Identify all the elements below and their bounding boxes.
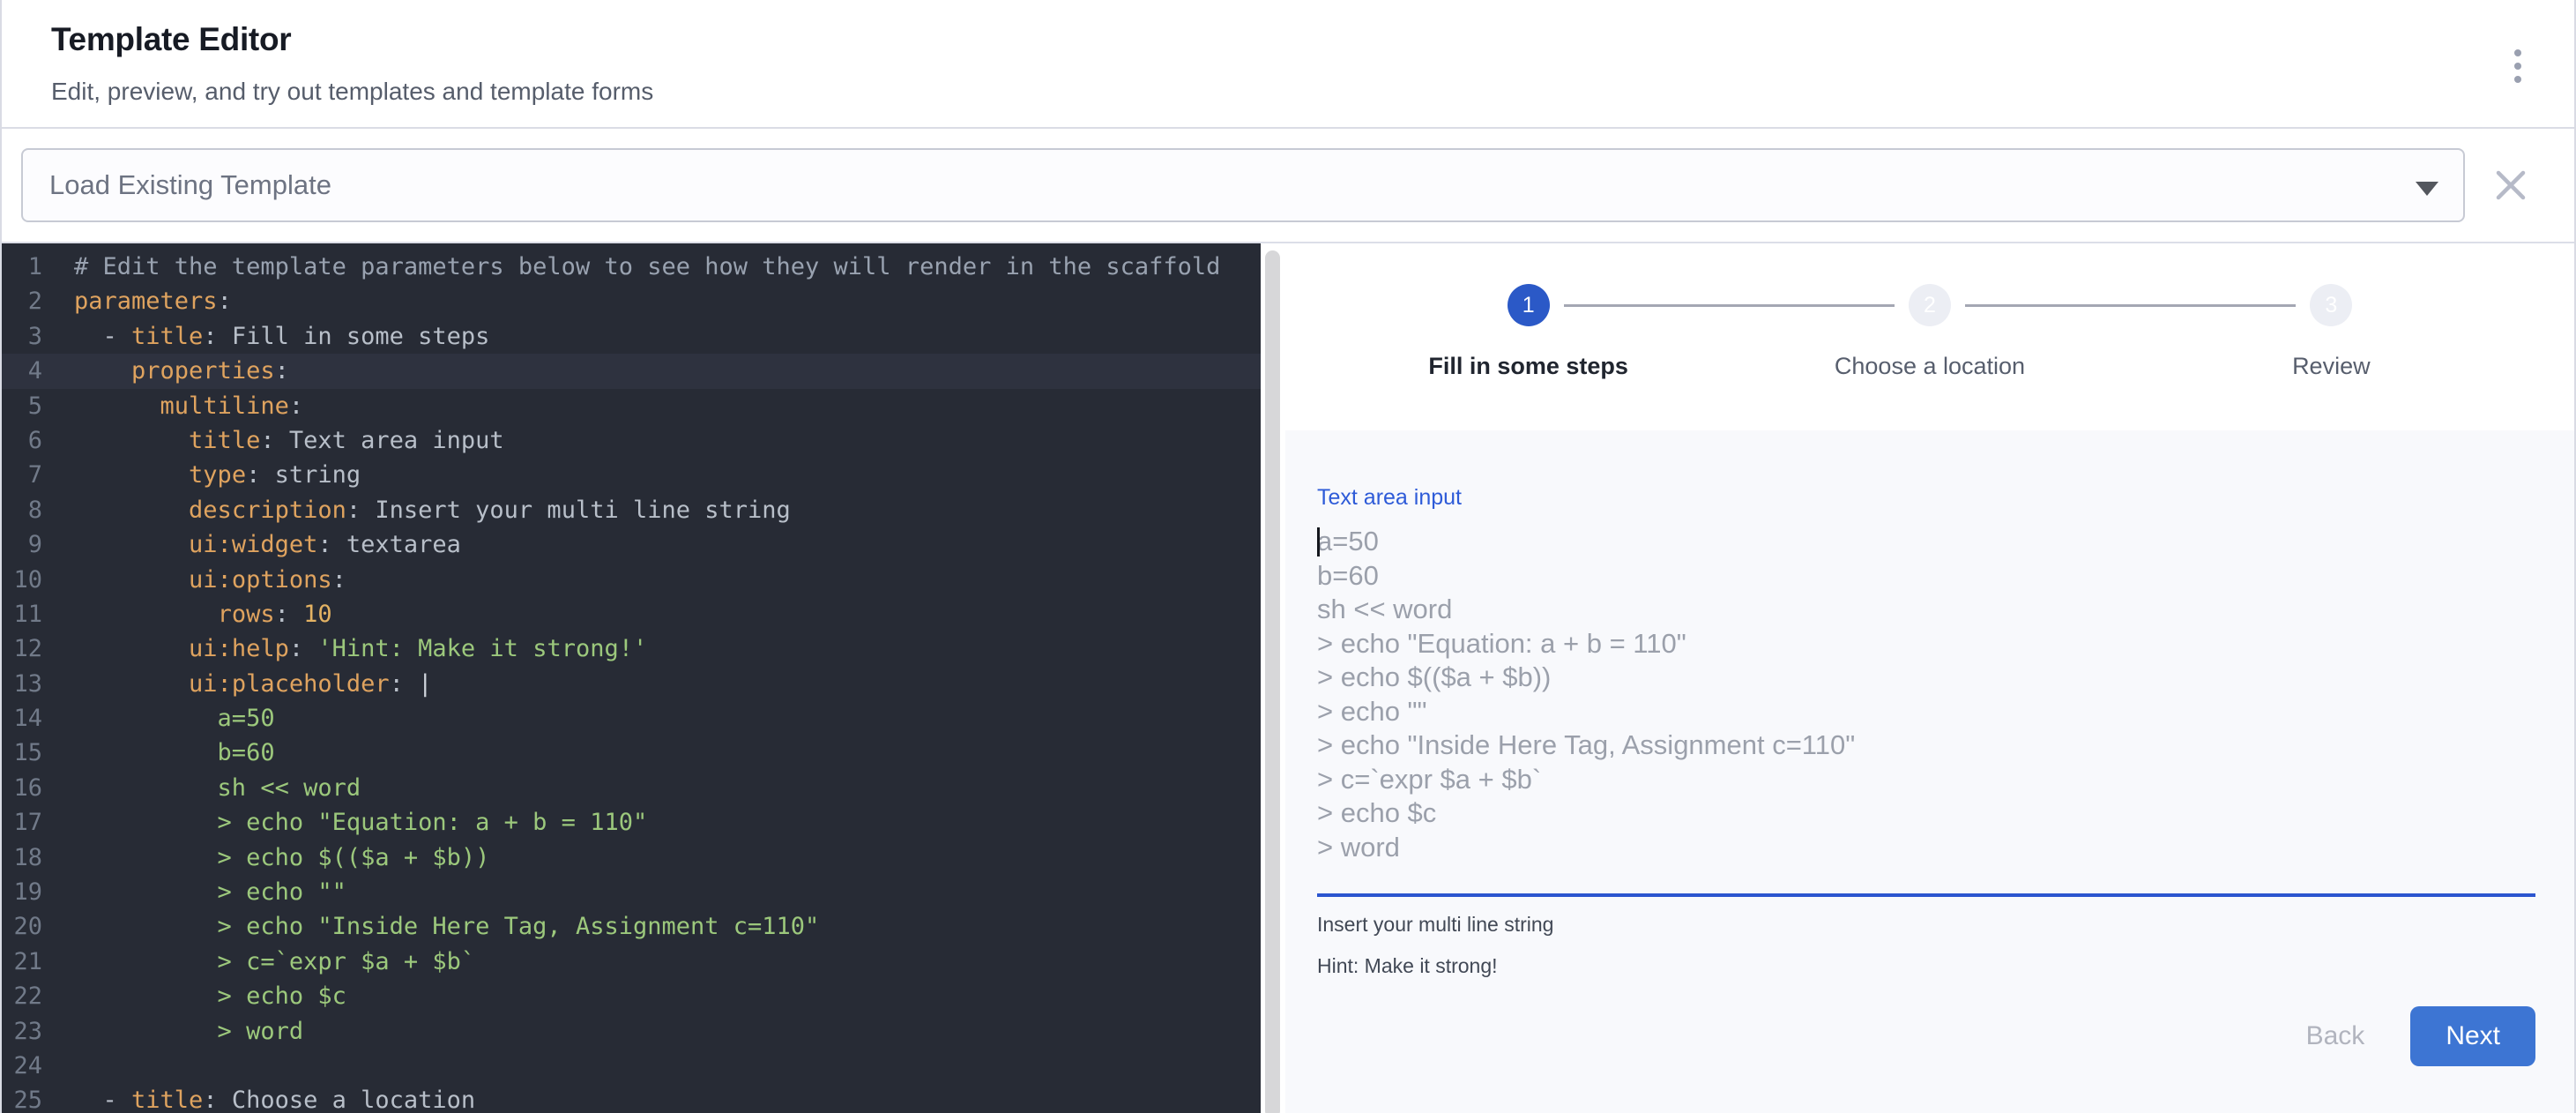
- line-number: 15: [2, 736, 42, 770]
- page-title: Template Editor: [51, 21, 653, 58]
- code-line[interactable]: 18 > echo $(($a + $b)): [2, 840, 1261, 875]
- load-template-select[interactable]: Load Existing Template: [21, 148, 2465, 222]
- line-number: 6: [2, 423, 42, 458]
- code-line[interactable]: 10 ui:options:: [2, 563, 1261, 597]
- step-label: Review: [2292, 353, 2371, 380]
- stepper-step-2: 2 Choose a location: [1729, 284, 2130, 380]
- wizard-stepper: 1 Fill in some steps 2 Choose a location 3 Re…: [1285, 243, 2574, 430]
- load-template-select-placeholder: Load Existing Template: [49, 169, 331, 201]
- wizard-actions: Back Next: [1317, 1006, 2535, 1066]
- stepper-step-1: 1 Fill in some steps: [1328, 284, 1729, 380]
- code-line[interactable]: 21 > c=`expr $a + $b`: [2, 945, 1261, 979]
- step-connector: [1965, 304, 2296, 307]
- editor-scrollbar[interactable]: [1261, 243, 1285, 1113]
- code-line[interactable]: 11 rows: 10: [2, 597, 1261, 631]
- line-number: 10: [2, 563, 42, 597]
- field-description: Insert your multi line string: [1317, 913, 2535, 937]
- stepper-steps: 1 Fill in some steps 2 Choose a location 3 Re…: [1328, 284, 2532, 380]
- step-label: Fill in some steps: [1428, 353, 1628, 380]
- editor-preview-split: 1# Edit the template parameters below to…: [2, 243, 2574, 1113]
- code-line[interactable]: 1# Edit the template parameters below to…: [2, 250, 1261, 284]
- line-number: 17: [2, 805, 42, 840]
- code-line[interactable]: 4 properties:: [2, 354, 1261, 388]
- code-line[interactable]: 16 sh << word: [2, 771, 1261, 805]
- code-line[interactable]: 6 title: Text area input: [2, 423, 1261, 458]
- code-line[interactable]: 9 ui:widget: textarea: [2, 527, 1261, 562]
- form-preview-panel: 1 Fill in some steps 2 Choose a location 3 Re…: [1285, 243, 2574, 1113]
- code-line[interactable]: 14 a=50: [2, 701, 1261, 736]
- line-number: 3: [2, 319, 42, 354]
- editor-scrollbar-thumb[interactable]: [1265, 250, 1280, 1113]
- field-help-text: Hint: Make it strong!: [1317, 954, 2535, 978]
- template-loader-section: Load Existing Template: [2, 129, 2574, 243]
- code-line[interactable]: 24: [2, 1049, 1261, 1083]
- more-options-icon[interactable]: [2514, 49, 2521, 90]
- code-line[interactable]: 15 b=60: [2, 736, 1261, 770]
- line-number: 23: [2, 1014, 42, 1049]
- code-line[interactable]: 2parameters:: [2, 284, 1261, 318]
- close-icon[interactable]: [2479, 153, 2542, 217]
- page-header: Template Editor Edit, preview, and try o…: [2, 0, 2574, 129]
- step-icon: 2: [1909, 284, 1951, 326]
- template-editor-page: Template Editor Edit, preview, and try o…: [0, 0, 2576, 1113]
- line-number: 7: [2, 458, 42, 492]
- code-line[interactable]: 7 type: string: [2, 458, 1261, 492]
- line-number: 1: [2, 250, 42, 284]
- line-number: 24: [2, 1049, 42, 1083]
- page-subtitle: Edit, preview, and try out templates and…: [51, 78, 653, 106]
- line-number: 5: [2, 389, 42, 423]
- line-number: 8: [2, 493, 42, 527]
- chevron-down-icon: [2416, 182, 2438, 196]
- code-editor[interactable]: 1# Edit the template parameters below to…: [2, 243, 1261, 1113]
- line-number: 13: [2, 667, 42, 701]
- code-line[interactable]: 12 ui:help: 'Hint: Make it strong!': [2, 631, 1261, 666]
- textarea-focus-underline: [1317, 893, 2535, 897]
- multiline-textarea[interactable]: [1317, 525, 2535, 870]
- form-section: Text area input Insert your multi line s…: [1285, 430, 2574, 1113]
- code-lines: 1# Edit the template parameters below to…: [2, 250, 1261, 1113]
- code-line[interactable]: 3 - title: Fill in some steps: [2, 319, 1261, 354]
- field-label: Text area input: [1317, 485, 2535, 511]
- line-number: 11: [2, 597, 42, 631]
- line-number: 16: [2, 771, 42, 805]
- step-icon: 3: [2310, 284, 2352, 326]
- line-number: 25: [2, 1083, 42, 1113]
- step-icon: 1: [1508, 284, 1550, 326]
- code-line[interactable]: 25 - title: Choose a location: [2, 1083, 1261, 1113]
- code-line[interactable]: 5 multiline:: [2, 389, 1261, 423]
- line-number: 20: [2, 909, 42, 944]
- line-number: 4: [2, 354, 42, 388]
- line-number: 2: [2, 284, 42, 318]
- text-cursor: [1317, 527, 1320, 556]
- line-number: 12: [2, 631, 42, 666]
- line-number: 18: [2, 840, 42, 875]
- textarea-wrapper: [1317, 525, 2535, 870]
- line-number: 22: [2, 979, 42, 1013]
- stepper-step-3: 3 Review: [2131, 284, 2532, 380]
- header-text: Template Editor Edit, preview, and try o…: [51, 18, 653, 127]
- line-number: 21: [2, 945, 42, 979]
- next-button[interactable]: Next: [2410, 1006, 2535, 1066]
- code-line[interactable]: 8 description: Insert your multi line st…: [2, 493, 1261, 527]
- code-line[interactable]: 17 > echo "Equation: a + b = 110": [2, 805, 1261, 840]
- code-line[interactable]: 23 > word: [2, 1014, 1261, 1049]
- code-line[interactable]: 20 > echo "Inside Here Tag, Assignment c…: [2, 909, 1261, 944]
- line-number: 14: [2, 701, 42, 736]
- code-line[interactable]: 22 > echo $c: [2, 979, 1261, 1013]
- code-line[interactable]: 13 ui:placeholder: |: [2, 667, 1261, 701]
- step-label: Choose a location: [1835, 353, 2025, 380]
- line-number: 9: [2, 527, 42, 562]
- step-connector: [1564, 304, 1895, 307]
- code-line[interactable]: 19 > echo "": [2, 875, 1261, 909]
- back-button[interactable]: Back: [2271, 1009, 2401, 1064]
- line-number: 19: [2, 875, 42, 909]
